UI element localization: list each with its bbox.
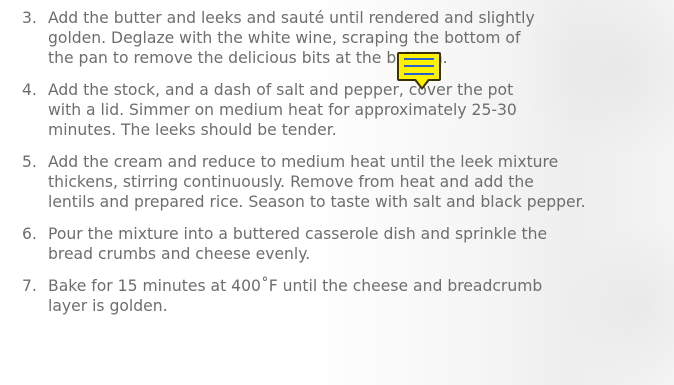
comment-note-pointer-fill xyxy=(416,79,428,87)
list-item: 6. Pour the mixture into a buttered cass… xyxy=(22,224,674,264)
list-item: 3. Add the butter and leeks and sauté un… xyxy=(22,8,674,68)
step-number: 3. xyxy=(22,9,37,27)
list-item: 7. Bake for 15 minutes at 400˚F until th… xyxy=(22,276,674,316)
step-text: Add the stock, and a dash of salt and pe… xyxy=(48,81,517,139)
recipe-steps-list: 3. Add the butter and leeks and sauté un… xyxy=(22,8,674,328)
recipe-page: 3. Add the butter and leeks and sauté un… xyxy=(0,0,674,385)
step-text: Bake for 15 minutes at 400˚F until the c… xyxy=(48,277,543,315)
step-text: Add the cream and reduce to medium heat … xyxy=(48,153,586,211)
note-lines xyxy=(404,58,434,75)
list-item: 4. Add the stock, and a dash of salt and… xyxy=(22,80,674,140)
step-text: Add the butter and leeks and sauté until… xyxy=(48,9,535,67)
comment-note-icon[interactable] xyxy=(397,52,441,81)
step-number: 5. xyxy=(22,153,37,171)
step-number: 4. xyxy=(22,81,37,99)
list-item: 5. Add the cream and reduce to medium he… xyxy=(22,152,674,212)
step-number: 6. xyxy=(22,225,37,243)
step-number: 7. xyxy=(22,277,37,295)
step-text: Pour the mixture into a buttered cassero… xyxy=(48,225,548,263)
